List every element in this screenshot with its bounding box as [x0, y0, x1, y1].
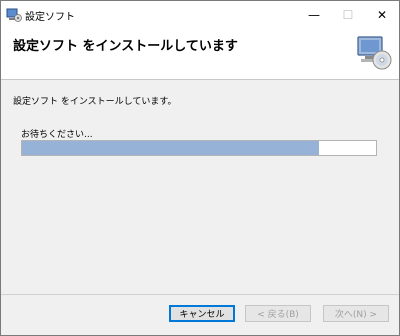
footer-divider — [1, 294, 399, 295]
wait-label: お待ちください... — [21, 130, 93, 140]
title-bar[interactable]: 設定ソフト — ☐ ✕ — [1, 1, 399, 29]
header-title: 設定ソフト をインストールしています — [13, 39, 238, 54]
installer-app-icon — [6, 8, 22, 22]
installer-window: 設定ソフト — ☐ ✕ 設定ソフト をインストールしています 設定ソフト をイン… — [0, 0, 400, 336]
next-button[interactable]: 次へ(N) > — [323, 305, 389, 322]
close-icon: ✕ — [376, 8, 388, 22]
progress-fill — [22, 141, 320, 155]
maximize-icon: ☐ — [342, 8, 354, 22]
window-title: 設定ソフト — [25, 12, 75, 23]
setup-cd-computer-icon — [357, 36, 392, 70]
close-button[interactable]: ✕ — [365, 1, 399, 29]
back-button[interactable]: < 戻る(B) — [245, 305, 311, 322]
minimize-button[interactable]: — — [297, 1, 331, 29]
wizard-body: 設定ソフト をインストールしています。 お待ちください... — [1, 80, 399, 294]
install-progress-bar — [21, 140, 377, 156]
minimize-icon: — — [308, 8, 320, 22]
cancel-button[interactable]: キャンセル — [169, 305, 235, 322]
status-text: 設定ソフト をインストールしています。 — [13, 97, 177, 107]
maximize-button[interactable]: ☐ — [331, 1, 365, 29]
wizard-header: 設定ソフト をインストールしています — [1, 29, 399, 80]
